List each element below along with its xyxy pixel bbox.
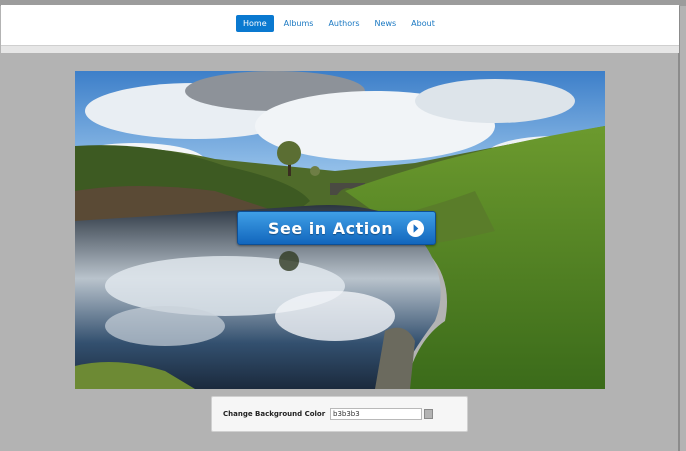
background-color-panel: Change Background Color b3b3b3 (211, 396, 468, 432)
background-color-input[interactable]: b3b3b3 (330, 408, 422, 420)
nav-item-about[interactable]: About (406, 15, 440, 32)
see-in-action-label: See in Action (268, 219, 394, 238)
see-in-action-button[interactable]: See in Action (237, 211, 436, 245)
nav-item-authors[interactable]: Authors (323, 15, 364, 32)
color-picker-swatch[interactable] (424, 409, 433, 419)
main-nav: Home Albums Authors News About (236, 15, 445, 32)
nav-item-home[interactable]: Home (236, 15, 274, 32)
app-window: Home Albums Authors News About See in Ac… (0, 0, 686, 451)
nav-item-news[interactable]: News (370, 15, 402, 32)
hero-image: See in Action (75, 71, 605, 389)
background-color-label: Change Background Color (223, 410, 326, 418)
play-circle-icon (406, 219, 425, 238)
navbar-shadow (1, 46, 679, 53)
nav-item-albums[interactable]: Albums (279, 15, 319, 32)
navbar: Home Albums Authors News About (1, 5, 679, 46)
